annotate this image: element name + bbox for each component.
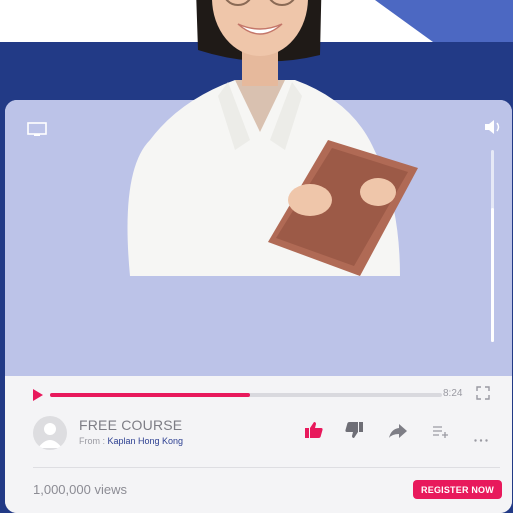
volume-icon[interactable] [484,120,504,139]
view-count: 1,000,000 views [33,482,127,497]
thumbs-down-icon[interactable] [345,422,363,443]
more-icon[interactable] [474,429,488,447]
video-duration: 8:24 [443,388,463,399]
register-now-button[interactable]: REGISTER NOW [413,480,502,499]
course-title: FREE COURSE [79,417,183,433]
course-from: From : Kaplan Hong Kong [79,436,183,446]
thumbs-up-icon[interactable] [305,422,323,443]
progress-bar[interactable] [50,393,442,397]
share-icon[interactable] [389,424,407,443]
provider-link[interactable]: Kaplan Hong Kong [108,436,184,446]
cast-icon[interactable] [27,122,47,142]
channel-avatar[interactable] [33,416,67,450]
presenter-illustration [110,0,430,276]
player-controls: 8:24 FREE COURSE From : Kaplan Hong Kong [5,376,512,513]
fullscreen-icon[interactable] [476,386,490,405]
from-label: From : [79,436,108,446]
divider [33,467,500,468]
progress-fill [50,393,250,397]
play-icon[interactable] [33,388,43,406]
volume-level [491,207,494,342]
volume-slider[interactable] [491,150,494,342]
add-to-playlist-icon[interactable] [433,425,449,443]
